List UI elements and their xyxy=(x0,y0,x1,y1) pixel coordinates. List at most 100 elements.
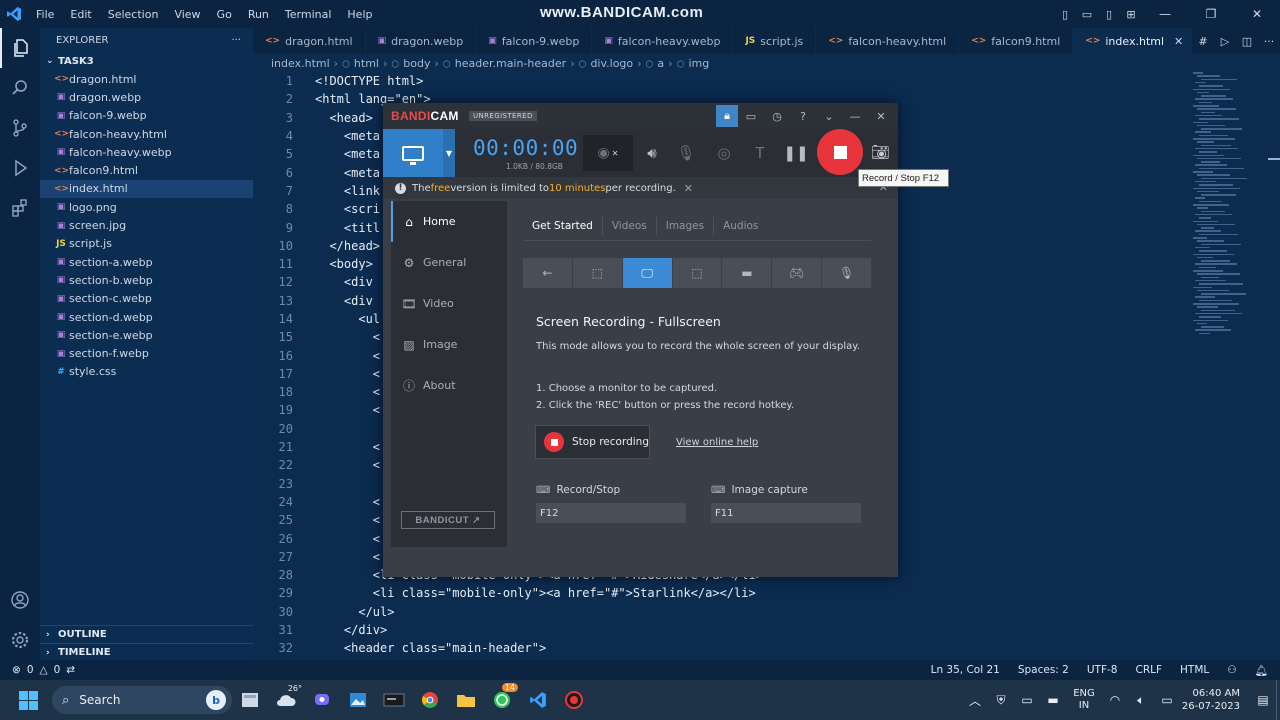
hotkey-record-field[interactable]: F12 xyxy=(536,503,686,523)
menu-item-terminal[interactable]: Terminal xyxy=(277,8,340,21)
explorer-more-icon[interactable]: ··· xyxy=(231,35,241,46)
breadcrumb-segment[interactable]: ⬡ a xyxy=(646,57,665,70)
breadcrumb-segment[interactable]: ⬡ header.main-header xyxy=(443,57,566,70)
folder-icon[interactable] xyxy=(448,680,484,720)
language-indicator[interactable]: ENG IN xyxy=(1066,688,1102,712)
online-help-link[interactable]: View online help xyxy=(676,437,758,448)
start-button[interactable] xyxy=(10,680,46,720)
indentation[interactable]: Spaces: 2 xyxy=(1018,664,1069,676)
close-icon[interactable]: ✕ xyxy=(868,105,894,127)
menu-item-go[interactable]: Go xyxy=(209,8,240,21)
code-line[interactable]: 1 <!DOCTYPE html> xyxy=(253,72,1193,90)
toggle-sidebar-icon[interactable]: ▯ xyxy=(1054,0,1076,28)
help-icon[interactable]: ? xyxy=(790,105,816,127)
manage-gear-icon[interactable] xyxy=(0,620,40,660)
code-line[interactable]: 32 <header class="main-header"> xyxy=(253,639,1193,657)
photos-icon[interactable] xyxy=(340,680,376,720)
scrollbar-marker[interactable] xyxy=(1268,158,1280,160)
close-window-icon[interactable]: ✕ xyxy=(1234,0,1280,28)
clock[interactable]: 06:40 AM 26-07-2023 xyxy=(1180,687,1250,713)
menu-item-file[interactable]: File xyxy=(28,8,62,21)
bandicam-taskbar-icon[interactable] xyxy=(556,680,592,720)
file-item[interactable]: ▣ falcon-9.webp xyxy=(40,107,253,125)
nav-item-home[interactable]: ⌂ Home xyxy=(391,201,507,242)
menu-item-help[interactable]: Help xyxy=(339,8,380,21)
editor-tab[interactable]: JS script.js xyxy=(733,28,817,54)
subtab-videos[interactable]: Videos xyxy=(603,217,657,235)
file-item[interactable]: ▣ section-d.webp xyxy=(40,308,253,326)
nav-item-image[interactable]: ▨ Image xyxy=(391,324,507,365)
webcam-off-icon[interactable]: ◉ ✕ xyxy=(583,135,633,171)
breadcrumb-segment[interactable]: ⬡ html xyxy=(342,57,379,70)
battery-status-icon[interactable]: ▭ xyxy=(1154,693,1180,707)
close-tab-icon[interactable]: ✕ xyxy=(1174,35,1183,48)
bandicut-button[interactable]: BANDICUT ↗ xyxy=(401,511,495,529)
breadcrumb-segment[interactable]: ⬡ body xyxy=(391,57,430,70)
editor-tab[interactable]: <> falcon9.html xyxy=(959,28,1074,54)
notifications-bell-icon[interactable]: 🔔︎ xyxy=(1255,664,1268,677)
minimize-icon[interactable]: — xyxy=(842,105,868,127)
open-folder-icon[interactable]: ▭ xyxy=(738,105,764,127)
hotkey-image-field[interactable]: F11 xyxy=(711,503,861,523)
folder-task3[interactable]: ⌄ TASK3 xyxy=(40,52,253,70)
display-icon[interactable]: ▭ xyxy=(1014,693,1040,707)
microphone-off-icon[interactable]: 🎙︎ xyxy=(673,142,699,164)
nav-item-about[interactable]: ⓘ About xyxy=(391,365,507,406)
around-mouse-mode-icon[interactable]: ⬚ xyxy=(672,258,722,288)
file-item[interactable]: <> dragon.html xyxy=(40,70,253,88)
fullscreen-mode-icon[interactable]: 🖵︎ xyxy=(622,258,672,288)
file-item[interactable]: <> falcon9.html xyxy=(40,161,253,179)
device-mode-icon[interactable]: ▬ xyxy=(722,258,772,288)
file-item[interactable]: ▣ section-b.webp xyxy=(40,271,253,289)
text-overlay-icon[interactable]: T xyxy=(747,142,773,164)
file-item[interactable]: ▣ section-a.webp xyxy=(40,253,253,271)
fullscreen-mode-button[interactable] xyxy=(383,129,443,177)
nav-item-general[interactable]: ⚙ General xyxy=(391,242,507,283)
lock-icon[interactable]: 🔒︎ xyxy=(716,105,738,127)
more-actions-icon[interactable]: ··· xyxy=(1258,35,1280,48)
weather-icon[interactable]: 26° xyxy=(268,680,304,720)
close-notice-icon[interactable]: ✕ xyxy=(684,182,693,195)
speaker-icon[interactable]: 🔊︎ xyxy=(639,142,665,164)
file-item[interactable]: ▣ section-f.webp xyxy=(40,344,253,362)
errors-icon[interactable]: ⊗ xyxy=(12,664,21,676)
code-line[interactable]: 29 <li class="mobile-only"><a href="#">S… xyxy=(253,584,1193,602)
outline-section[interactable]: › OUTLINE xyxy=(40,625,253,643)
timeline-section[interactable]: › TIMELINE xyxy=(40,643,253,661)
record-stop-button[interactable] xyxy=(817,129,863,175)
game-mode-icon[interactable]: 🎮︎ xyxy=(772,258,822,288)
cursor-effect-icon[interactable]: ◎ xyxy=(711,142,737,164)
file-item[interactable]: JS script.js xyxy=(40,235,253,253)
run-icon[interactable]: ▷ xyxy=(1214,35,1236,48)
errors-count[interactable]: 0 xyxy=(27,664,34,676)
breadcrumb-segment[interactable]: ⬡ img xyxy=(677,57,710,70)
menu-item-selection[interactable]: Selection xyxy=(100,8,167,21)
editor-tab[interactable]: ▣ dragon.webp xyxy=(366,28,477,54)
bing-icon[interactable]: b xyxy=(206,690,226,710)
run-debug-icon[interactable] xyxy=(0,148,40,188)
toggle-panel-icon[interactable]: ▭ xyxy=(1076,0,1098,28)
subtab-get-started[interactable]: Get Started xyxy=(523,217,603,235)
editor-tab[interactable]: ▣ falcon-9.webp xyxy=(476,28,593,54)
terminal-app-icon[interactable] xyxy=(376,680,412,720)
split-editor-icon[interactable]: ◫ xyxy=(1236,35,1258,48)
menu-item-run[interactable]: Run xyxy=(240,8,277,21)
extensions-icon[interactable] xyxy=(0,188,40,228)
screenshot-camera-icon[interactable]: 📷︎ xyxy=(871,143,890,161)
restore-window-icon[interactable]: ❐ xyxy=(1188,0,1234,28)
code-line[interactable]: 31 </div> xyxy=(253,621,1193,639)
collapse-icon[interactable]: ⌄ xyxy=(816,105,842,127)
code-line[interactable]: 30 </ul> xyxy=(253,603,1193,621)
bandicam-titlebar[interactable]: BANDICAM UNREGISTERED 🔒︎ ▭ ◷ ? ⌄ — ✕ xyxy=(383,103,898,129)
rectangle-mode-icon[interactable]: ⬚ xyxy=(572,258,622,288)
menu-item-view[interactable]: View xyxy=(166,8,208,21)
back-arrow-icon[interactable]: ← xyxy=(523,258,572,288)
audio-mode-icon[interactable]: 🎙︎ xyxy=(822,258,872,288)
volume-icon[interactable]: 🔈︎ xyxy=(1128,693,1154,708)
security-shield-icon[interactable]: ⛨ xyxy=(988,693,1014,708)
feedback-icon[interactable]: ⚇ xyxy=(1227,664,1236,676)
file-item[interactable]: <> index.html xyxy=(40,179,253,199)
battery-icon[interactable]: ▬ xyxy=(1040,693,1066,707)
warnings-count[interactable]: 0 xyxy=(54,664,61,676)
search-icon[interactable] xyxy=(0,68,40,108)
